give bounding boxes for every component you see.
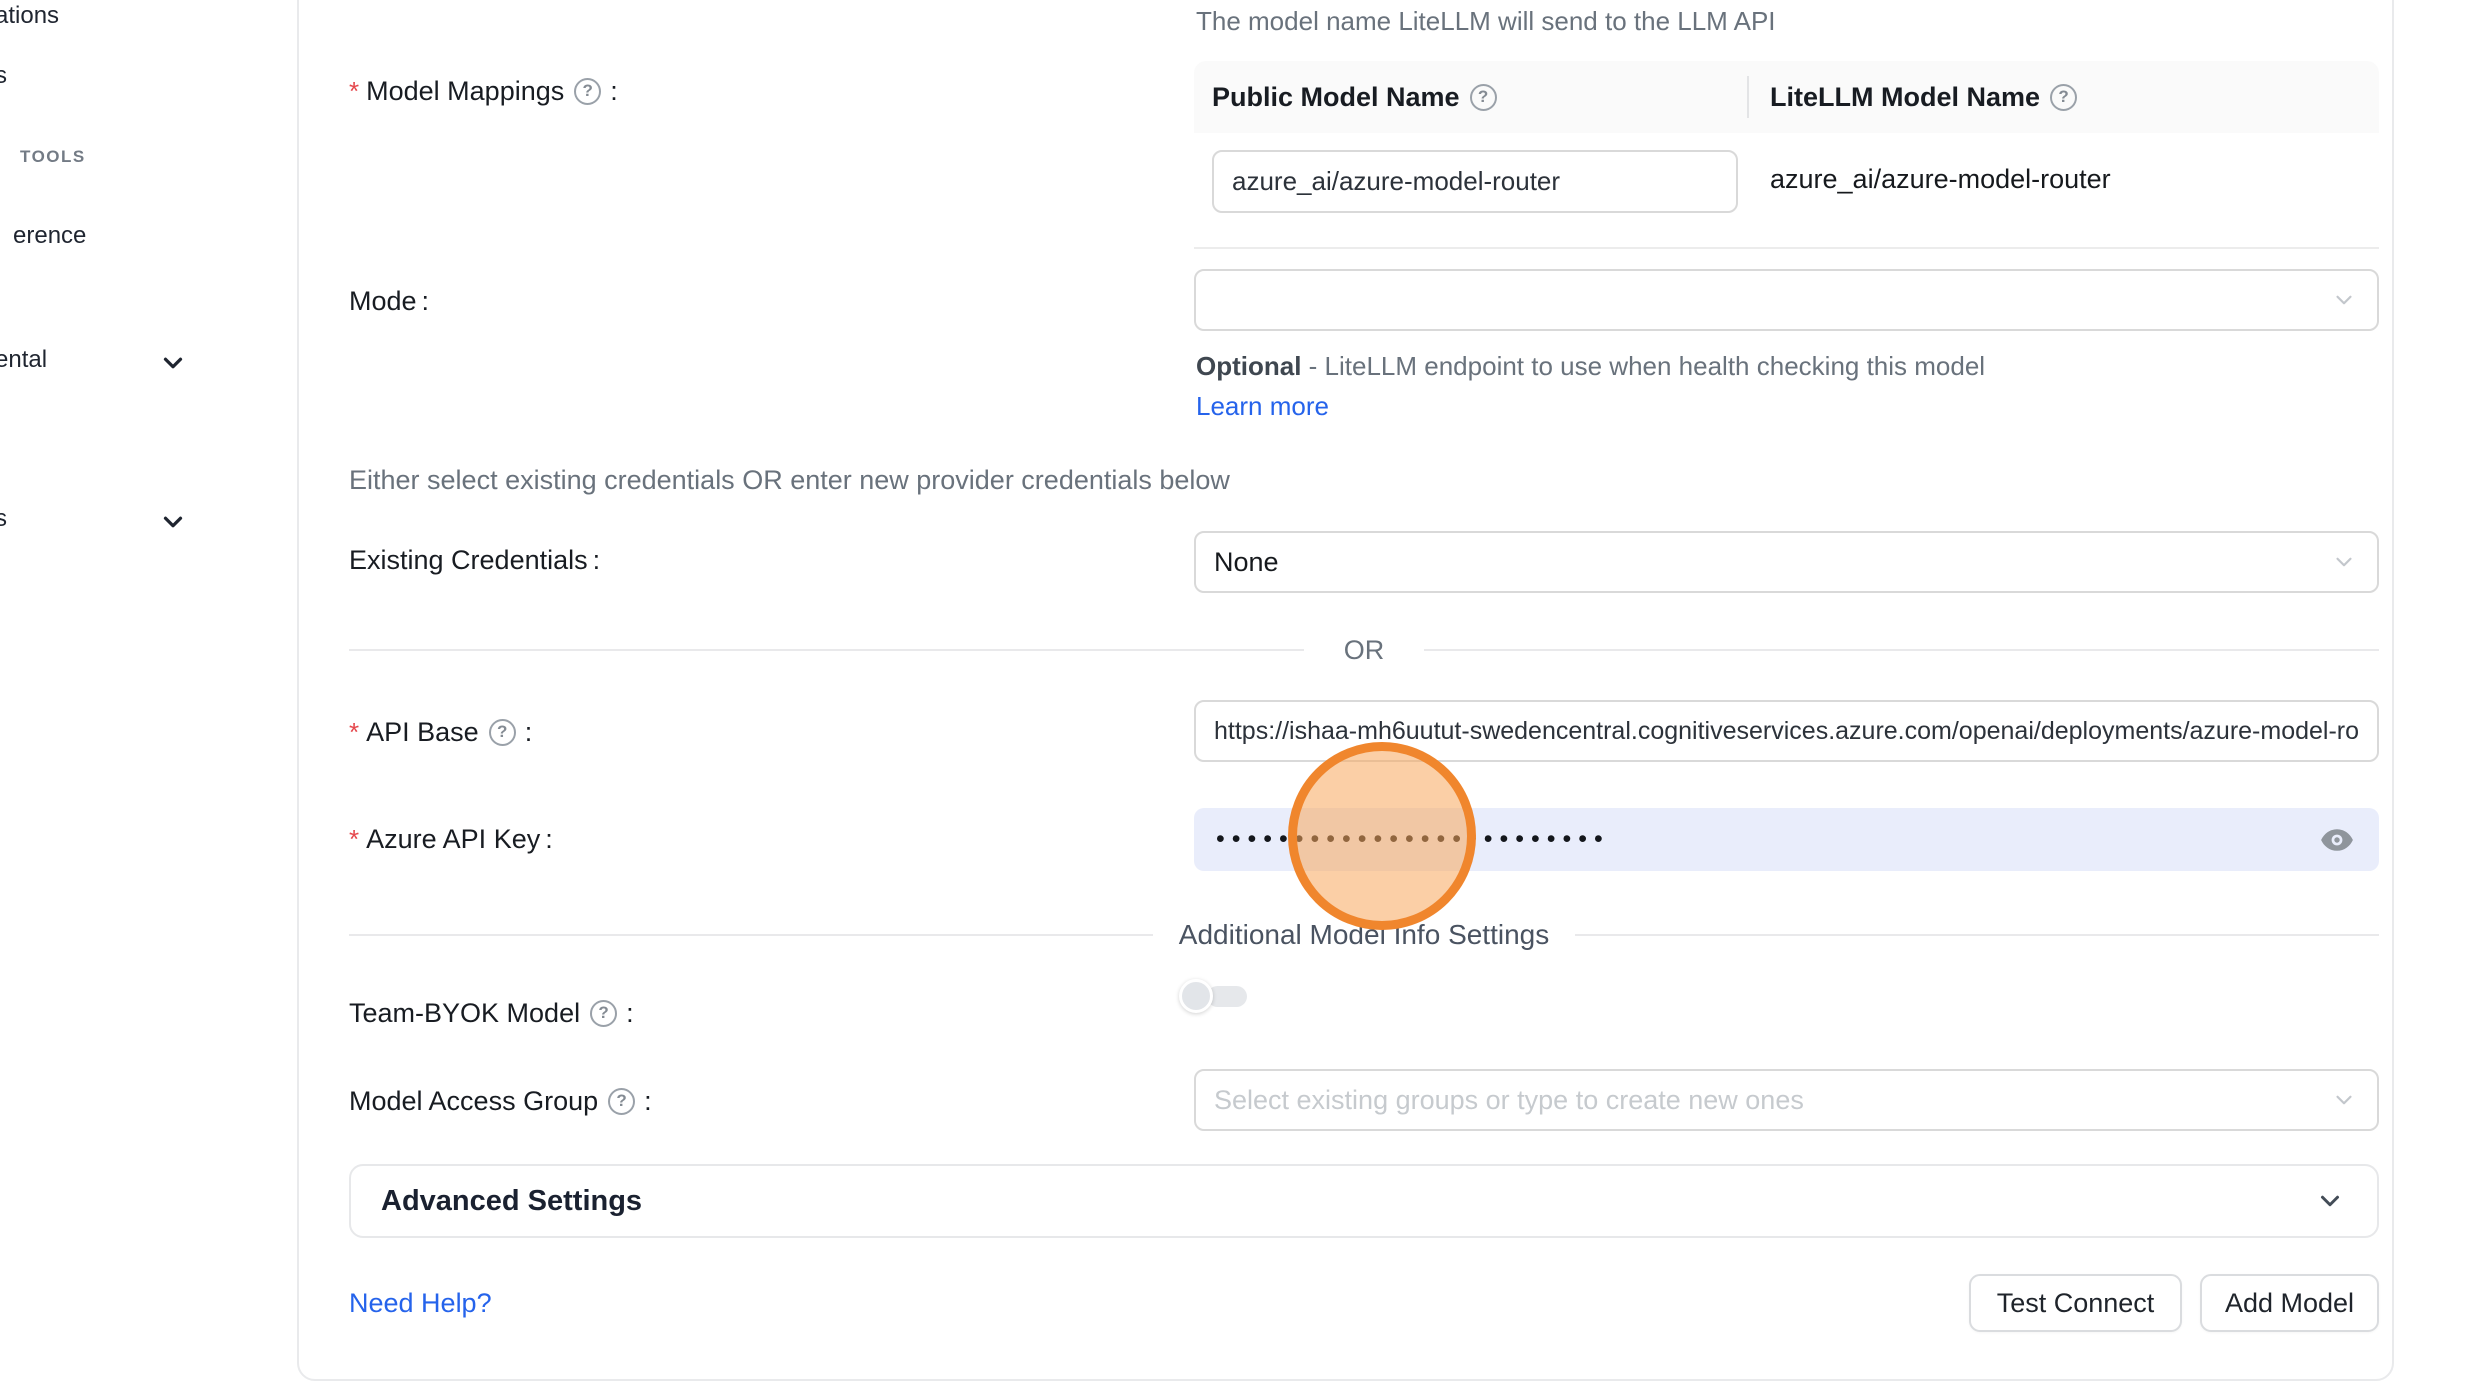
chevron-down-icon xyxy=(158,507,188,537)
help-icon[interactable] xyxy=(1470,84,1497,111)
litellm-model-name-value: azure_ai/azure-model-router xyxy=(1770,164,2111,195)
help-icon[interactable] xyxy=(2050,84,2077,111)
credentials-note: Either select existing credentials OR en… xyxy=(349,465,1230,496)
chevron-down-icon xyxy=(2315,1186,2345,1216)
azure-api-key-label: Azure API Key xyxy=(349,821,553,857)
additional-settings-divider: Additional Model Info Settings xyxy=(349,907,2379,963)
help-icon[interactable] xyxy=(590,1000,617,1027)
masked-password-value: ••••••••••••••••••••••••• xyxy=(1194,808,1610,871)
model-access-group-input[interactable] xyxy=(1196,1071,2377,1129)
model-access-group-select[interactable] xyxy=(1194,1069,2379,1131)
or-divider: OR xyxy=(349,626,2379,674)
sidebar-item[interactable]: s xyxy=(0,505,7,533)
required-asterisk xyxy=(349,714,359,750)
sidebar-item[interactable]: erence xyxy=(13,222,86,250)
help-icon[interactable] xyxy=(489,719,516,746)
eye-icon[interactable] xyxy=(2319,822,2355,858)
model-access-group-label: Model Access Group xyxy=(349,1083,652,1119)
model-mappings-label: Model Mappings xyxy=(349,73,618,109)
sidebar-section-header: TOOLS xyxy=(20,147,86,167)
existing-credentials-value: None xyxy=(1196,547,1297,578)
existing-credentials-select[interactable]: None xyxy=(1194,531,2379,593)
learn-more-link[interactable]: Learn more xyxy=(1196,391,1329,421)
api-base-label: API Base xyxy=(349,714,532,750)
existing-credentials-label: Existing Credentials xyxy=(349,542,600,578)
mode-label: Mode xyxy=(349,283,429,319)
additional-settings-divider-text: Additional Model Info Settings xyxy=(1179,919,1549,951)
table-bottom-divider xyxy=(1194,247,2379,249)
column-header-litellm-model-name: LiteLLM Model Name xyxy=(1770,82,2040,113)
add-model-page: ations s TOOLS erence ental s The model … xyxy=(0,0,2477,1385)
or-divider-text: OR xyxy=(1344,635,1385,666)
required-asterisk xyxy=(349,73,359,109)
chevron-down-icon xyxy=(2331,549,2357,575)
add-model-button[interactable]: Add Model xyxy=(2200,1274,2379,1332)
chevron-down-icon xyxy=(158,348,188,378)
need-help-link[interactable]: Need Help? xyxy=(349,1288,492,1319)
required-asterisk xyxy=(349,821,359,857)
advanced-settings-title: Advanced Settings xyxy=(381,1185,642,1218)
sidebar-item[interactable]: s xyxy=(0,62,7,90)
public-model-name-input-wrap xyxy=(1212,150,1738,213)
advanced-settings-panel[interactable]: Advanced Settings xyxy=(349,1164,2379,1238)
public-model-name-input[interactable] xyxy=(1214,166,1736,197)
help-icon[interactable] xyxy=(608,1088,635,1115)
column-header-public-model-name: Public Model Name xyxy=(1212,82,1460,113)
chevron-down-icon xyxy=(2331,287,2357,313)
help-icon[interactable] xyxy=(574,78,601,105)
test-connect-button[interactable]: Test Connect xyxy=(1969,1274,2182,1332)
mode-select[interactable] xyxy=(1194,269,2379,331)
sidebar-item[interactable]: ental xyxy=(0,346,47,374)
litellm-model-helper-text: The model name LiteLLM will send to the … xyxy=(1196,6,1776,37)
chevron-down-icon xyxy=(2331,1087,2357,1113)
api-base-input-wrap xyxy=(1194,700,2379,762)
column-separator xyxy=(1747,76,1749,118)
api-base-input[interactable] xyxy=(1196,702,2377,760)
sidebar: ations s TOOLS erence ental s xyxy=(0,0,297,1385)
team-byok-label: Team-BYOK Model xyxy=(349,995,634,1031)
sidebar-item[interactable]: ations xyxy=(0,2,59,30)
azure-api-key-input[interactable]: ••••••••••••••••••••••••• xyxy=(1194,808,2379,871)
model-mappings-table-header: Public Model Name LiteLLM Model Name xyxy=(1194,61,2379,133)
mode-helper-text: Optional - LiteLLM endpoint to use when … xyxy=(1196,346,2016,426)
